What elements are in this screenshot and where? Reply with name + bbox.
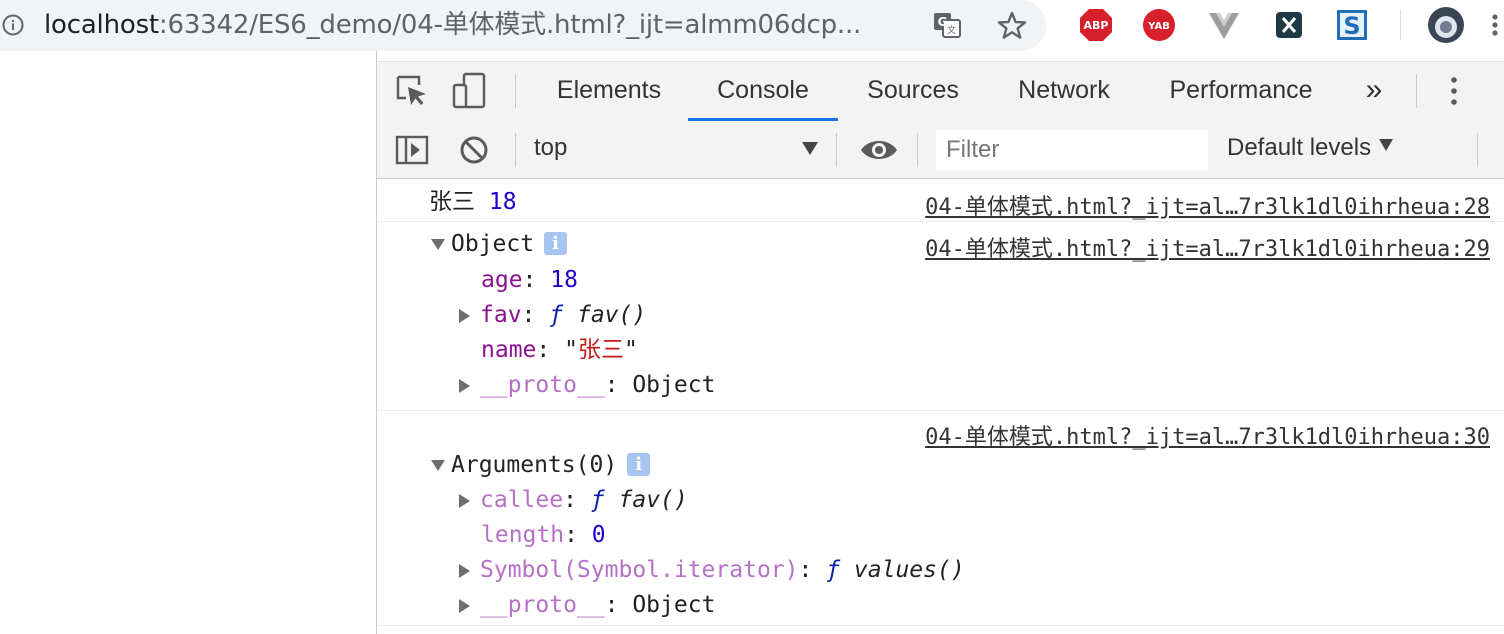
log-line: 张三 18 xyxy=(429,187,517,217)
tab-performance[interactable]: Performance xyxy=(1156,62,1326,120)
collapsed-triangle-icon[interactable] xyxy=(459,493,470,508)
function-name: fav() xyxy=(576,302,647,328)
svg-text:YAB: YAB xyxy=(1147,21,1170,32)
vue-devtools-icon[interactable] xyxy=(1207,8,1241,42)
yab-extension-icon[interactable]: YAB xyxy=(1142,8,1176,42)
svg-text:S: S xyxy=(1343,12,1360,40)
function-name: values() xyxy=(853,557,965,583)
property-row: name: "张三" xyxy=(481,337,638,363)
log-number: 18 xyxy=(488,189,517,215)
execution-context-select[interactable]: top xyxy=(534,134,567,162)
object-label: Arguments(0) xyxy=(451,452,618,478)
toolbar-separator xyxy=(836,133,837,167)
device-toolbar-icon[interactable] xyxy=(450,71,490,111)
function-marker: ƒ xyxy=(826,557,841,583)
more-tabs-button[interactable]: » xyxy=(1356,62,1392,120)
object-header[interactable]: Arguments(0) i xyxy=(431,450,651,480)
property-value: Object xyxy=(632,592,716,618)
collapsed-triangle-icon[interactable] xyxy=(459,598,470,613)
chevron-down-icon xyxy=(1379,139,1394,151)
inspect-element-icon[interactable] xyxy=(395,74,429,108)
property-key: length xyxy=(481,522,565,548)
property-row: age: 18 xyxy=(481,267,578,293)
property-key: Symbol(Symbol.iterator) xyxy=(480,557,799,583)
page-viewport xyxy=(0,51,376,634)
chevron-down-icon[interactable] xyxy=(802,142,818,155)
property-key: callee xyxy=(480,487,564,513)
source-link[interactable]: 04-单体模式.html?_ijt=al…7r3lk1dl0ihrheua:30 xyxy=(925,419,1490,451)
address-bar[interactable]: localhost:63342/ES6_demo/04-单体模式.html?_i… xyxy=(0,0,1046,51)
log-text: 张三 xyxy=(429,189,475,215)
expand-triangle-icon[interactable] xyxy=(431,239,445,250)
function-marker: ƒ xyxy=(549,302,564,328)
url-host: localhost xyxy=(44,10,159,40)
console-message: Object i 04-单体模式.html?_ijt=al…7r3lk1dl0ih… xyxy=(377,222,1504,411)
url-path: :63342/ES6_demo/04-单体模式.html?_ijt=almm06… xyxy=(158,10,862,40)
tab-network[interactable]: Network xyxy=(1002,62,1126,120)
translate-icon[interactable]: G 文 xyxy=(932,10,962,40)
s-extension-icon[interactable]: S xyxy=(1335,8,1369,42)
tab-sources[interactable]: Sources xyxy=(853,62,973,120)
expand-triangle-icon[interactable] xyxy=(431,460,445,471)
property-row[interactable]: callee: ƒ fav() xyxy=(459,485,688,515)
property-value: 0 xyxy=(591,522,606,548)
object-label: Object xyxy=(451,231,535,257)
profile-avatar[interactable] xyxy=(1427,6,1465,44)
info-icon[interactable]: i xyxy=(544,232,568,255)
x-extension-icon[interactable] xyxy=(1272,8,1306,42)
svg-text:ABP: ABP xyxy=(1084,19,1109,32)
console-toolbar: top Default levels xyxy=(377,122,1504,179)
live-expression-eye-icon[interactable] xyxy=(859,137,899,163)
tab-separator xyxy=(1416,74,1417,108)
tab-separator xyxy=(515,74,516,108)
filter-input[interactable] xyxy=(936,130,1208,170)
clear-console-icon[interactable] xyxy=(459,135,489,165)
tab-elements[interactable]: Elements xyxy=(543,62,675,120)
bookmark-star-icon[interactable] xyxy=(996,10,1028,42)
function-marker: ƒ xyxy=(590,487,605,513)
tab-console[interactable]: Console xyxy=(688,62,838,121)
console-message: 04-单体模式.html?_ijt=al…7r3lk1dl0ihrheua:30… xyxy=(377,411,1504,626)
info-icon[interactable]: i xyxy=(627,453,651,476)
property-row[interactable]: Symbol(Symbol.iterator): ƒ values() xyxy=(459,555,965,585)
property-key: fav xyxy=(480,302,522,328)
property-value: 张三 xyxy=(577,337,624,363)
property-row[interactable]: fav: ƒ fav() xyxy=(459,300,646,330)
toolbar-separator xyxy=(1400,10,1401,40)
info-icon[interactable] xyxy=(2,14,24,36)
svg-text:文: 文 xyxy=(947,24,956,36)
property-key: age xyxy=(481,267,523,293)
source-link[interactable]: 04-单体模式.html?_ijt=al…7r3lk1dl0ihrheua:29 xyxy=(925,231,1490,263)
function-name: fav() xyxy=(618,487,688,513)
toolbar-separator xyxy=(515,133,516,167)
property-value: Object xyxy=(632,372,716,398)
sidebar-toggle-icon[interactable] xyxy=(395,134,429,166)
devtools-menu-icon[interactable] xyxy=(1447,74,1461,108)
property-row: length: 0 xyxy=(481,522,606,548)
object-header[interactable]: Object i xyxy=(431,229,568,259)
log-levels-dropdown[interactable]: Default levels xyxy=(1227,134,1394,162)
console-message: 张三 18 04-单体模式.html?_ijt=al…7r3lk1dl0ihrh… xyxy=(377,179,1504,222)
property-key: __proto__ xyxy=(480,592,605,618)
toolbar-separator xyxy=(917,133,918,167)
property-row[interactable]: __proto__: Object xyxy=(459,590,715,620)
collapsed-triangle-icon[interactable] xyxy=(459,378,470,393)
property-row[interactable]: __proto__: Object xyxy=(459,370,715,400)
property-key: name xyxy=(481,337,537,363)
toolbar-separator xyxy=(1477,133,1478,167)
log-levels-label: Default levels xyxy=(1227,134,1372,161)
chrome-menu-icon[interactable] xyxy=(1486,8,1504,42)
collapsed-triangle-icon[interactable] xyxy=(459,308,470,323)
source-link[interactable]: 04-单体模式.html?_ijt=al…7r3lk1dl0ihrheua:28 xyxy=(925,189,1490,221)
browser-toolbar: localhost:63342/ES6_demo/04-单体模式.html?_i… xyxy=(0,0,1504,51)
property-key: __proto__ xyxy=(480,372,605,398)
collapsed-triangle-icon[interactable] xyxy=(459,563,470,578)
devtools-panel: Elements Console Sources Network Perform… xyxy=(377,51,1504,634)
adblock-plus-icon[interactable]: ABP xyxy=(1079,8,1113,42)
devtools-tab-bar: Elements Console Sources Network Perform… xyxy=(377,61,1504,123)
property-value: 18 xyxy=(550,267,578,293)
svg-text:G: G xyxy=(938,15,948,29)
console-output: 张三 18 04-单体模式.html?_ijt=al…7r3lk1dl0ihrh… xyxy=(377,179,1504,634)
url-text[interactable]: localhost:63342/ES6_demo/04-单体模式.html?_i… xyxy=(44,9,861,41)
